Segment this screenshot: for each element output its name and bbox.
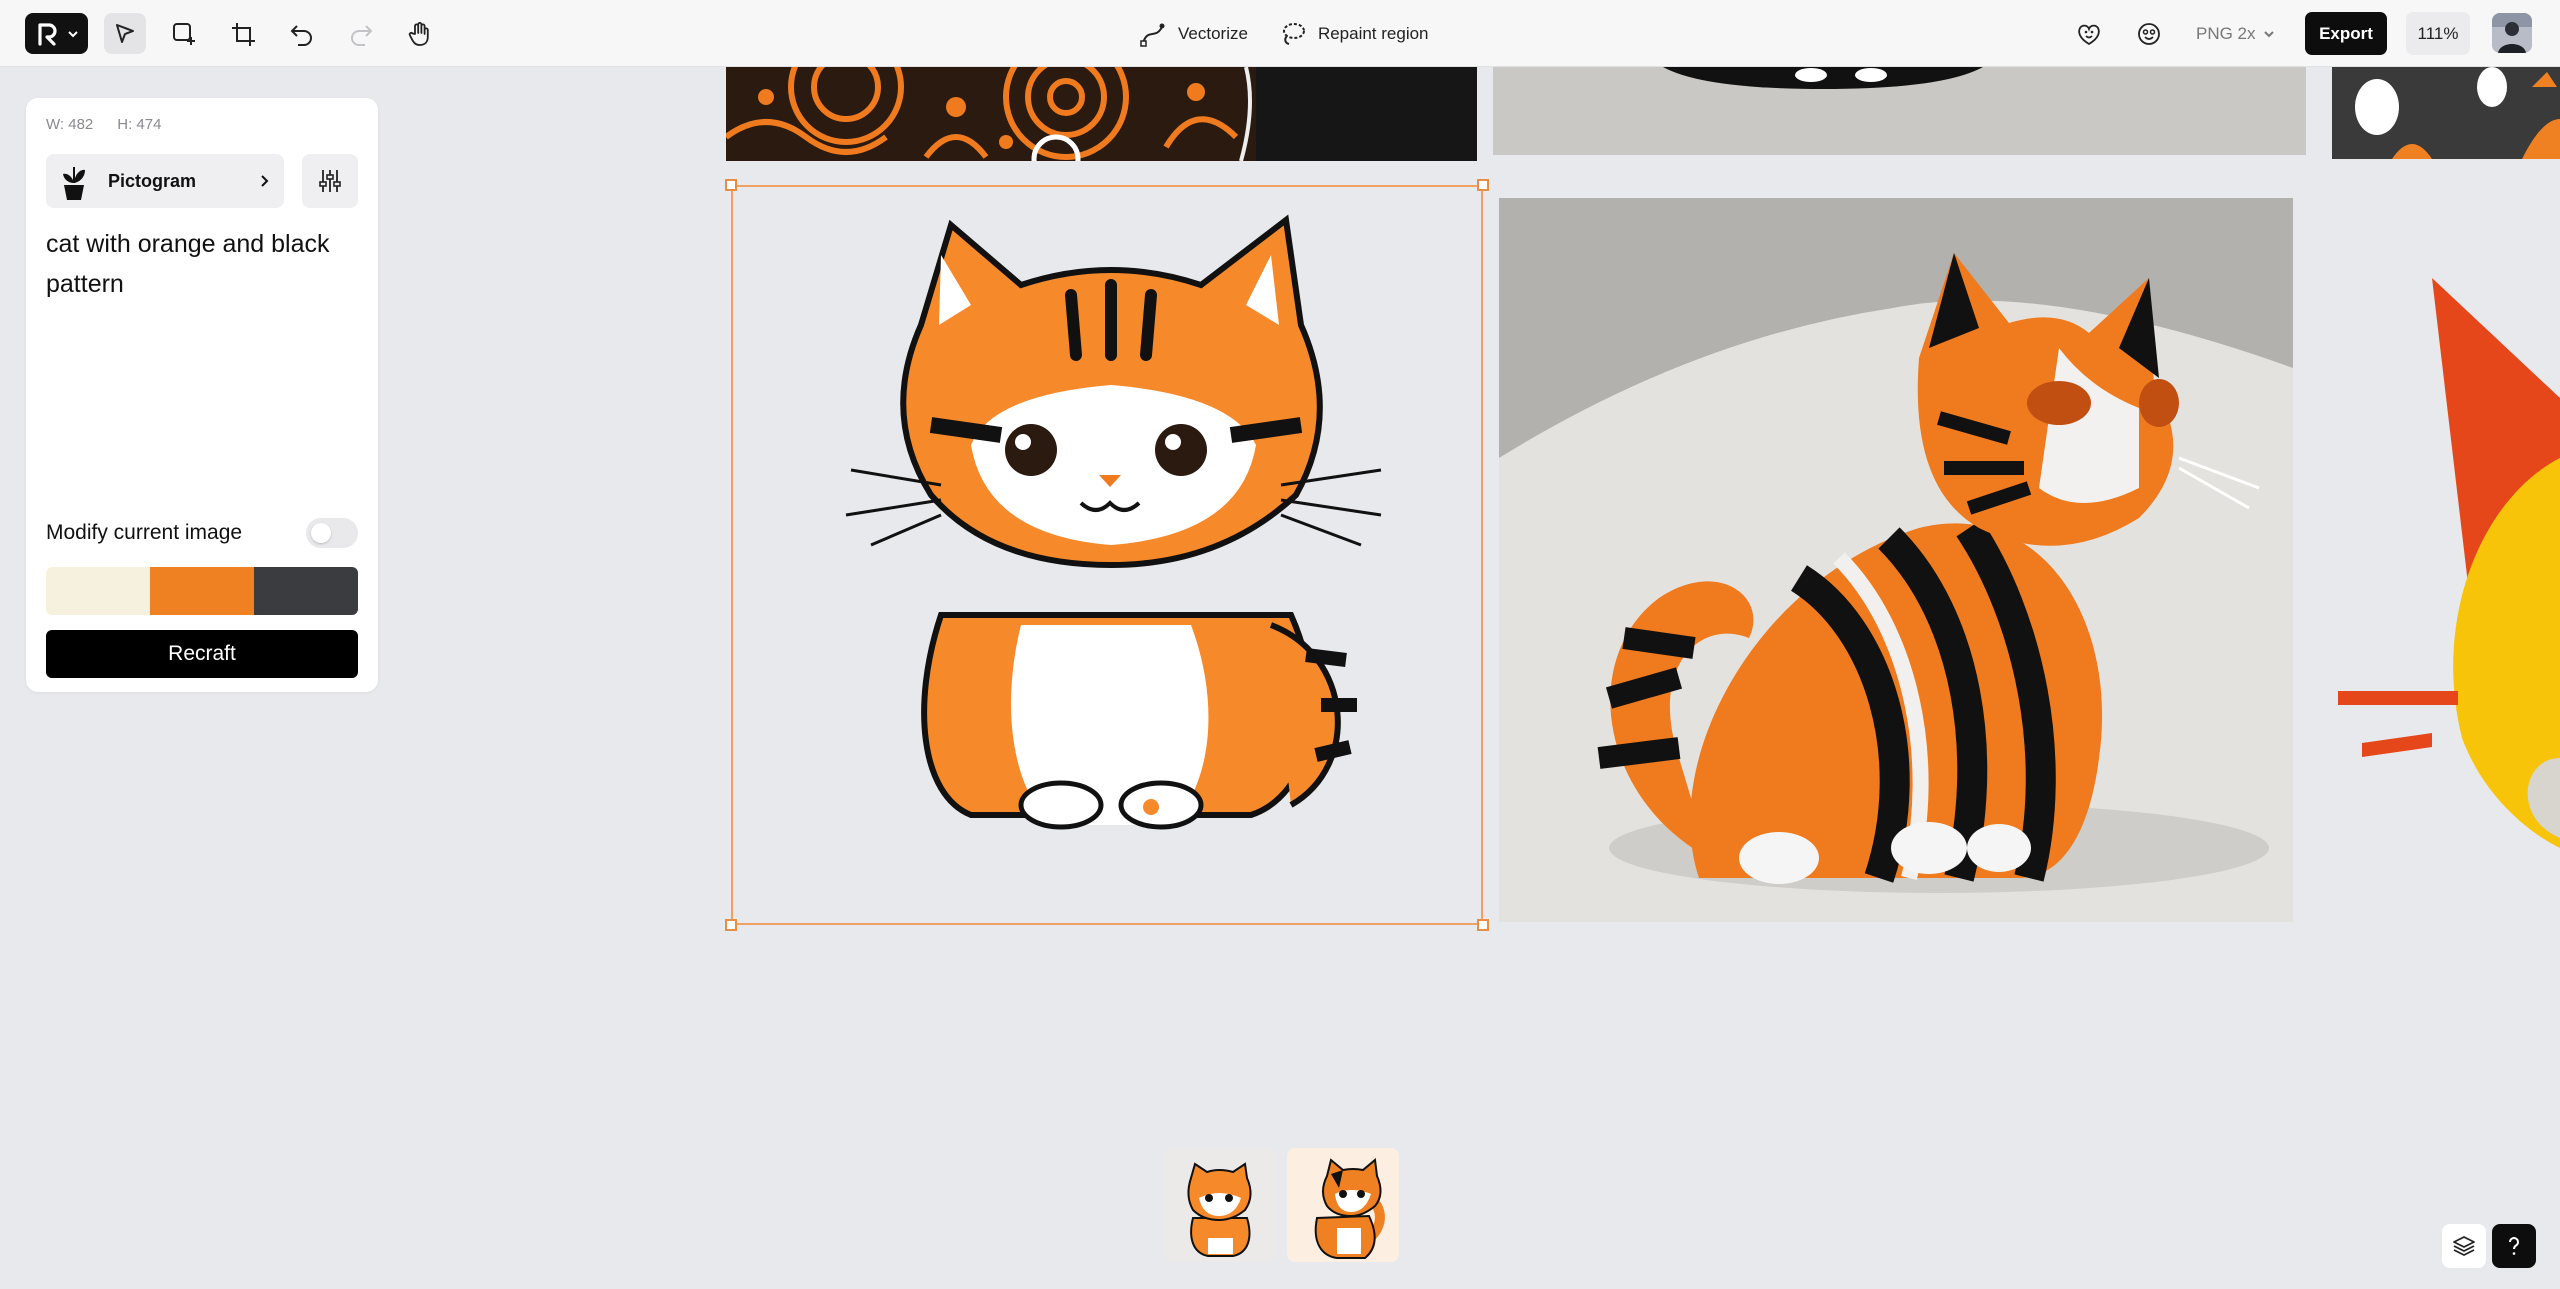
canvas-image-top-middle[interactable]	[1493, 67, 2306, 155]
chevron-right-icon	[261, 175, 269, 187]
heart-face-icon	[2078, 24, 2100, 45]
vectorize-icon	[1140, 23, 1165, 47]
crop-icon	[232, 22, 255, 46]
modify-image-toggle[interactable]	[306, 518, 358, 548]
layers-button[interactable]	[2442, 1224, 2486, 1268]
style-label: Pictogram	[108, 170, 197, 191]
format-label: PNG 2x	[2196, 23, 2256, 43]
app-menu-button[interactable]	[25, 13, 88, 54]
recraft-logo-icon	[37, 22, 57, 46]
redo-icon	[351, 24, 373, 46]
chevron-down-icon	[2263, 30, 2274, 37]
style-selector[interactable]: Pictogram	[46, 154, 284, 208]
resize-handle-top-right[interactable]	[1477, 179, 1489, 191]
height-value: H: 474	[117, 116, 162, 133]
width-value: W: 482	[46, 116, 94, 133]
gray-cat-base-image	[1493, 67, 2306, 155]
generation-panel: W: 482 H: 474 Pictogram cat with orange …	[26, 98, 378, 692]
recraft-button[interactable]: Recraft	[46, 630, 358, 678]
flat-cat-image	[2338, 278, 2560, 848]
redo-button[interactable]	[340, 13, 382, 54]
repaint-region-label: Repaint region	[1317, 23, 1429, 43]
canvas-image-3d-cat[interactable]	[1499, 198, 2293, 922]
crop-tool-button[interactable]	[222, 13, 264, 54]
undo-icon	[290, 24, 312, 46]
undo-button[interactable]	[281, 13, 323, 54]
variations-strip	[1163, 1148, 1399, 1262]
variation-thumbnail[interactable]	[1163, 1148, 1275, 1262]
avatar[interactable]	[2492, 13, 2532, 53]
sliders-icon	[319, 170, 341, 192]
dark-pattern-image	[2332, 67, 2560, 159]
resize-handle-bottom-right[interactable]	[1477, 919, 1489, 931]
chevron-down-icon	[67, 30, 78, 37]
palette-swatch-dark[interactable]	[254, 567, 358, 615]
cursor-icon	[116, 23, 134, 43]
prompt-input[interactable]: cat with orange and black pattern	[46, 224, 366, 304]
format-select[interactable]: PNG 2x	[2196, 13, 2276, 54]
question-mark-icon	[2509, 1237, 2519, 1255]
3d-tiger-cat-image	[1499, 198, 2293, 922]
potted-plant-icon	[63, 167, 85, 200]
style-settings-button[interactable]	[302, 154, 358, 208]
top-toolbar: Vectorize Repaint region PNG 2x Export 1…	[0, 0, 2560, 67]
vectorize-label: Vectorize	[1178, 23, 1248, 43]
center-tools: Vectorize Repaint region	[1138, 13, 1429, 54]
hand-tool-button[interactable]	[399, 13, 441, 54]
canvas-image-top-right[interactable]	[2332, 67, 2560, 159]
add-frame-icon	[173, 22, 195, 45]
modify-image-row: Modify current image	[46, 518, 358, 548]
sticker-tool-button[interactable]	[2128, 13, 2170, 54]
export-button[interactable]: Export	[2305, 12, 2387, 55]
select-tool-button[interactable]	[104, 13, 146, 54]
canvas-image-right-partial[interactable]	[2332, 198, 2560, 922]
cat-thumb-2-image	[1314, 1158, 1385, 1259]
palette-swatch-orange[interactable]	[150, 567, 254, 615]
smiley-icon	[2138, 22, 2160, 45]
lasso-icon	[1282, 22, 1305, 45]
face-tool-button[interactable]	[2068, 13, 2110, 54]
canvas-image-pattern[interactable]	[726, 67, 1477, 161]
ornament-pattern-image	[726, 67, 1477, 161]
layers-icon	[2453, 1236, 2475, 1256]
dimensions: W: 482 H: 474	[46, 116, 161, 133]
resize-handle-top-left[interactable]	[725, 179, 737, 191]
palette-swatch-cream[interactable]	[46, 567, 150, 615]
repaint-region-button[interactable]: Repaint region	[1278, 19, 1429, 49]
cat-thumb-1-image	[1187, 1162, 1252, 1257]
vectorize-button[interactable]: Vectorize	[1138, 19, 1248, 49]
selection-frame[interactable]	[731, 185, 1483, 925]
resize-handle-bottom-left[interactable]	[725, 919, 737, 931]
help-button[interactable]	[2492, 1224, 2536, 1268]
zoom-level[interactable]: 111%	[2406, 12, 2470, 55]
hand-icon	[408, 21, 429, 46]
user-avatar-icon	[2492, 13, 2532, 53]
frame-tool-button[interactable]	[163, 13, 205, 54]
variation-thumbnail-selected[interactable]	[1287, 1148, 1399, 1262]
modify-image-label: Modify current image	[46, 521, 243, 544]
color-palette[interactable]	[46, 567, 358, 615]
